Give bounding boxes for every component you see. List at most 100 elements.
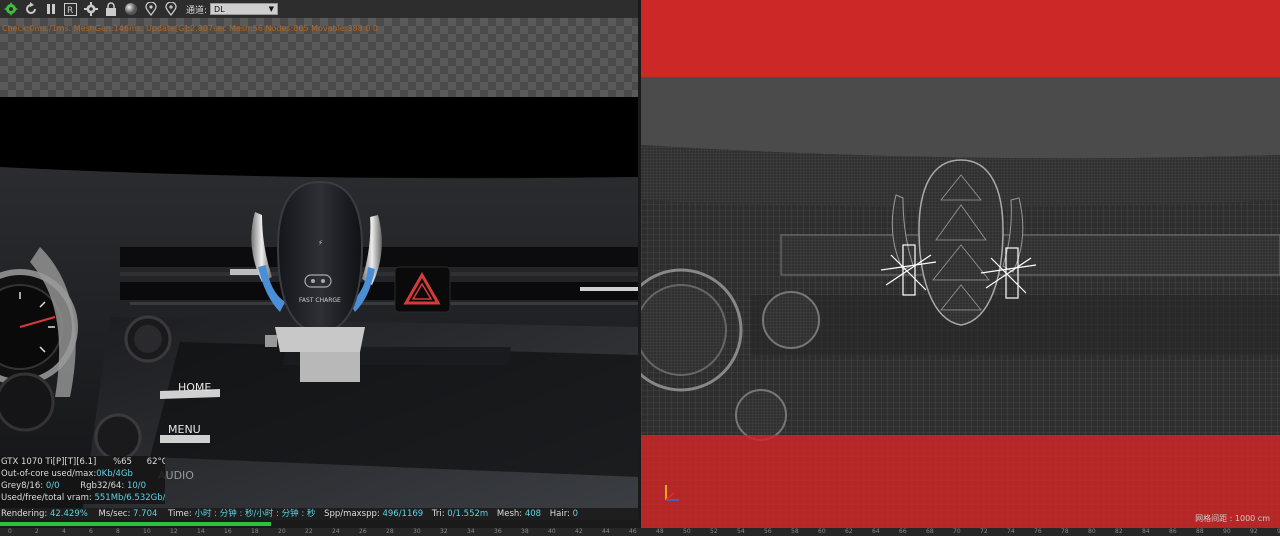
- ruler-tick: 28: [386, 528, 394, 535]
- ooc-label: Out-of-core used/max:: [1, 469, 97, 479]
- sphere-icon[interactable]: [122, 1, 139, 17]
- rendering-value: 42.429%: [49, 509, 88, 519]
- channel-label: 通道:: [186, 5, 208, 16]
- lock-icon[interactable]: [102, 1, 119, 17]
- tri-label: Tri:: [431, 509, 448, 519]
- grid-spacing-label: 网格间距 : 1000 cm: [1195, 514, 1270, 523]
- home-button-label: HOME: [178, 381, 211, 394]
- rgb-value: 10/0: [126, 481, 147, 491]
- ruler-tick: 80: [1088, 528, 1096, 535]
- ruler-tick: 46: [629, 528, 637, 535]
- grey-label: Grey8/16:: [1, 481, 46, 491]
- gpu-usage: %65: [113, 457, 132, 467]
- render-progress-fill: [0, 522, 271, 526]
- mssec-value: 7.704: [133, 509, 158, 519]
- gpu-row: GTX 1070 Ti[P][T][6.1] %65 62°C: [0, 456, 165, 468]
- ruler-tick: 26: [359, 528, 367, 535]
- ruler-tick: 2: [35, 528, 39, 535]
- ruler-tick: 84: [1142, 528, 1150, 535]
- ruler-tick: 56: [764, 528, 772, 535]
- ruler-tick: 54: [737, 528, 745, 535]
- ruler-tick: 12: [170, 528, 178, 535]
- mesh-value: 408: [524, 509, 542, 519]
- ruler-tick: 44: [602, 528, 610, 535]
- ruler-tick: 30: [413, 528, 421, 535]
- wireframe-viewport-panel[interactable]: 网格间距 : 1000 cm: [641, 0, 1280, 528]
- ruler-tick: 92: [1250, 528, 1258, 535]
- time-label: Time:: [168, 509, 195, 519]
- pick-material-icon[interactable]: [162, 1, 179, 17]
- hair-value: 0: [572, 509, 579, 519]
- mesh-label: Mesh:: [496, 509, 525, 519]
- ruler-tick: 78: [1061, 528, 1069, 535]
- pause-icon[interactable]: [42, 1, 59, 17]
- rgb-label: Rgb32/64:: [80, 481, 127, 491]
- vram-value: 551Mb/6.532Gb/8Gb: [94, 493, 165, 503]
- svg-text:⚡: ⚡: [318, 239, 323, 247]
- ruler-tick: 20: [278, 528, 286, 535]
- bottom-red-overlay: [641, 435, 1280, 528]
- ruler-tick: 14: [197, 528, 205, 535]
- ruler-tick: 10: [143, 528, 151, 535]
- ruler-tick: 50: [683, 528, 691, 535]
- spp-label: Spp/maxspp:: [324, 509, 383, 519]
- ruler-tick: 24: [332, 528, 340, 535]
- hair-label: Hair:: [549, 509, 573, 519]
- ruler-tick: 0: [8, 528, 12, 535]
- ruler-tick: 58: [791, 528, 799, 535]
- ruler-tick: 32: [440, 528, 448, 535]
- ruler-tick: 68: [926, 528, 934, 535]
- ruler-tick: 34: [467, 528, 475, 535]
- pick-focus-icon[interactable]: [142, 1, 159, 17]
- time-value: 小时 : 分钟 : 秒/小时 : 分钟 : 秒: [194, 509, 316, 519]
- grey-value: 0/0: [45, 481, 60, 491]
- tri-value: 0/1.552m: [447, 509, 489, 519]
- ruler-tick: 40: [548, 528, 556, 535]
- gpu-info-panel: GTX 1070 Ti[P][T][6.1] %65 62°C Out-of-c…: [0, 456, 165, 504]
- scene-stats-line: Check:0ms./1ms. MeshGen:146ms. Update[G]…: [2, 24, 378, 33]
- channel-select[interactable]: DL ▼: [210, 3, 279, 15]
- ruler-tick: 8: [116, 528, 120, 535]
- fast-charge-label: FAST CHARGE: [299, 297, 341, 304]
- refresh-icon[interactable]: [22, 1, 39, 17]
- ruler-tick: 66: [899, 528, 907, 535]
- render-status-bar: Rendering: 42.429% Ms/sec: 7.704 Time: 小…: [0, 508, 638, 520]
- ruler-tick: 18: [251, 528, 259, 535]
- ruler-tick: 60: [818, 528, 826, 535]
- octane-icon[interactable]: [2, 1, 19, 17]
- settings-gear-icon[interactable]: [82, 1, 99, 17]
- ooc-value: 0Kb/4Gb: [96, 469, 133, 479]
- ruler-tick: 4: [62, 528, 66, 535]
- ruler-tick: 42: [575, 528, 583, 535]
- ruler-tick: 90: [1223, 528, 1231, 535]
- render-progress-bar: [0, 520, 638, 528]
- ruler-tick: 36: [494, 528, 502, 535]
- gpu-name: GTX 1070 Ti[P][T][6.1]: [1, 457, 97, 467]
- mssec-label: Ms/sec:: [98, 509, 134, 519]
- restart-icon[interactable]: R: [62, 1, 79, 17]
- ruler-tick: 74: [1007, 528, 1015, 535]
- ruler-tick: 86: [1169, 528, 1177, 535]
- menu-button-label: MENU: [168, 423, 201, 436]
- texture-count-row: Grey8/16: 0/0 Rgb32/64: 10/0: [0, 480, 165, 492]
- spp-value: 496/1169: [382, 509, 424, 519]
- channel-select-value: DL: [214, 4, 225, 14]
- ruler-tick: 6: [89, 528, 93, 535]
- ruler-tick: 88: [1196, 528, 1204, 535]
- ruler-tick: 38: [521, 528, 529, 535]
- render-toolbar: R 通道: DL ▼: [0, 0, 638, 18]
- svg-text:R: R: [67, 6, 73, 16]
- chevron-down-icon: ▼: [268, 5, 275, 13]
- gpu-temp: 62°C: [146, 457, 165, 467]
- out-of-core-row: Out-of-core used/max:0Kb/4Gb: [0, 468, 165, 480]
- timeline-ruler[interactable]: 0 2 4 6 8 10 12 14 16 18 20 22 24 26 28 30 32 34 36 38 40 42 4…: [0, 528, 1280, 536]
- render-viewport-panel: R 通道: DL ▼ Check:0ms./1ms. MeshGen:146ms…: [0, 0, 638, 528]
- ruler-tick: 72: [980, 528, 988, 535]
- vram-row: Used/free/total vram: 551Mb/6.532Gb/8Gb: [0, 492, 165, 504]
- vram-label: Used/free/total vram:: [1, 493, 95, 503]
- ruler-tick: 76: [1034, 528, 1042, 535]
- ruler-tick: 70: [953, 528, 961, 535]
- top-red-overlay: [641, 0, 1280, 77]
- rendering-label: Rendering:: [1, 509, 50, 519]
- ruler-tick: 52: [710, 528, 718, 535]
